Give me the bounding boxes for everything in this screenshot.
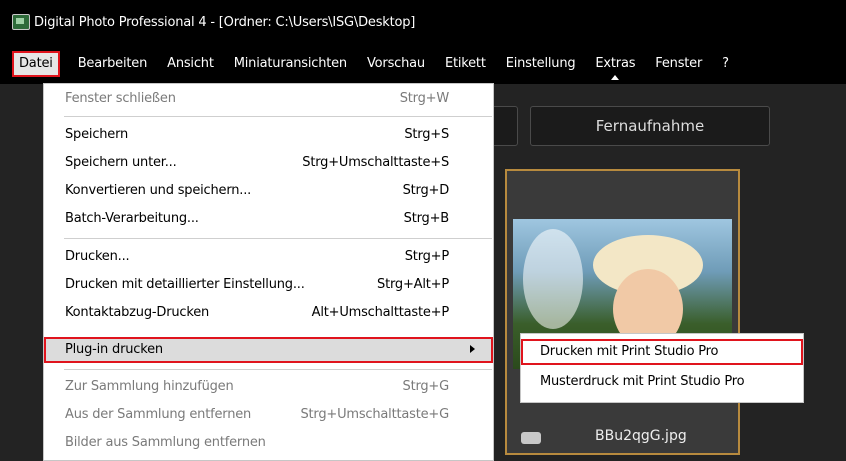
- menu-item-remove-collection[interactable]: Aus der Sammlung entfernen Strg+Umschalt…: [44, 403, 493, 427]
- menu-item-print[interactable]: Drucken... Strg+P: [44, 245, 493, 269]
- menu-item-save-as[interactable]: Speichern unter... Strg+Umschalttaste+S: [44, 151, 493, 175]
- menu-separator: [64, 238, 492, 239]
- menu-etikett[interactable]: Etikett: [435, 53, 496, 75]
- title-bar: Digital Photo Professional 4 - [Ordner: …: [0, 0, 846, 44]
- menu-fenster[interactable]: Fenster: [645, 53, 712, 75]
- menu-bar: Datei Bearbeiten Ansicht Miniaturansicht…: [0, 44, 846, 84]
- menu-item-plugin-print[interactable]: Plug-in drucken: [44, 337, 493, 363]
- menu-item-contact-sheet[interactable]: Kontaktabzug-Drucken Alt+Umschalttaste+P: [44, 301, 493, 325]
- submenu-item-print-studio-pro[interactable]: Drucken mit Print Studio Pro: [521, 339, 803, 365]
- menu-bearbeiten[interactable]: Bearbeiten: [68, 53, 157, 75]
- menu-miniaturansichten[interactable]: Miniaturansichten: [224, 53, 357, 75]
- file-menu: Fenster schließen Strg+W Speichern Strg+…: [43, 83, 494, 461]
- menu-item-batch[interactable]: Batch-Verarbeitung... Strg+B: [44, 207, 493, 231]
- plugin-submenu: Drucken mit Print Studio Pro Musterdruck…: [520, 333, 804, 403]
- menu-extras[interactable]: Extras: [585, 53, 645, 80]
- jpeg-badge-icon: [521, 432, 541, 444]
- menu-item-remove-images[interactable]: Bilder aus Sammlung entfernen: [44, 431, 493, 455]
- app-icon: [12, 14, 30, 30]
- menu-item-convert-save[interactable]: Konvertieren und speichern... Strg+D: [44, 179, 493, 203]
- menu-item-print-detailed[interactable]: Drucken mit detaillierter Einstellung...…: [44, 273, 493, 297]
- menu-item-add-collection[interactable]: Zur Sammlung hinzufügen Strg+G: [44, 375, 493, 399]
- menu-extras-label: Extras: [595, 56, 636, 71]
- window-title: Digital Photo Professional 4 - [Ordner: …: [34, 14, 416, 30]
- menu-datei[interactable]: Datei: [12, 51, 60, 77]
- menu-help[interactable]: ?: [712, 53, 739, 75]
- caret-up-icon: [611, 75, 620, 80]
- menu-item-save[interactable]: Speichern Strg+S: [44, 123, 493, 147]
- submenu-item-proof-print-studio-pro[interactable]: Musterdruck mit Print Studio Pro: [521, 369, 803, 395]
- thumbnail-filename: BBu2qgG.jpg: [595, 428, 687, 444]
- menu-ansicht[interactable]: Ansicht: [157, 53, 224, 75]
- menu-separator: [64, 369, 492, 370]
- thumbnail-card[interactable]: BBu2qgG.jpg: [505, 169, 740, 455]
- menu-vorschau[interactable]: Vorschau: [357, 53, 435, 75]
- menu-einstellung[interactable]: Einstellung: [496, 53, 586, 75]
- menu-separator: [64, 116, 492, 117]
- remote-shooting-button[interactable]: Fernaufnahme: [530, 106, 770, 146]
- chevron-right-icon: [470, 345, 475, 353]
- menu-item-close-window[interactable]: Fenster schließen Strg+W: [44, 87, 493, 111]
